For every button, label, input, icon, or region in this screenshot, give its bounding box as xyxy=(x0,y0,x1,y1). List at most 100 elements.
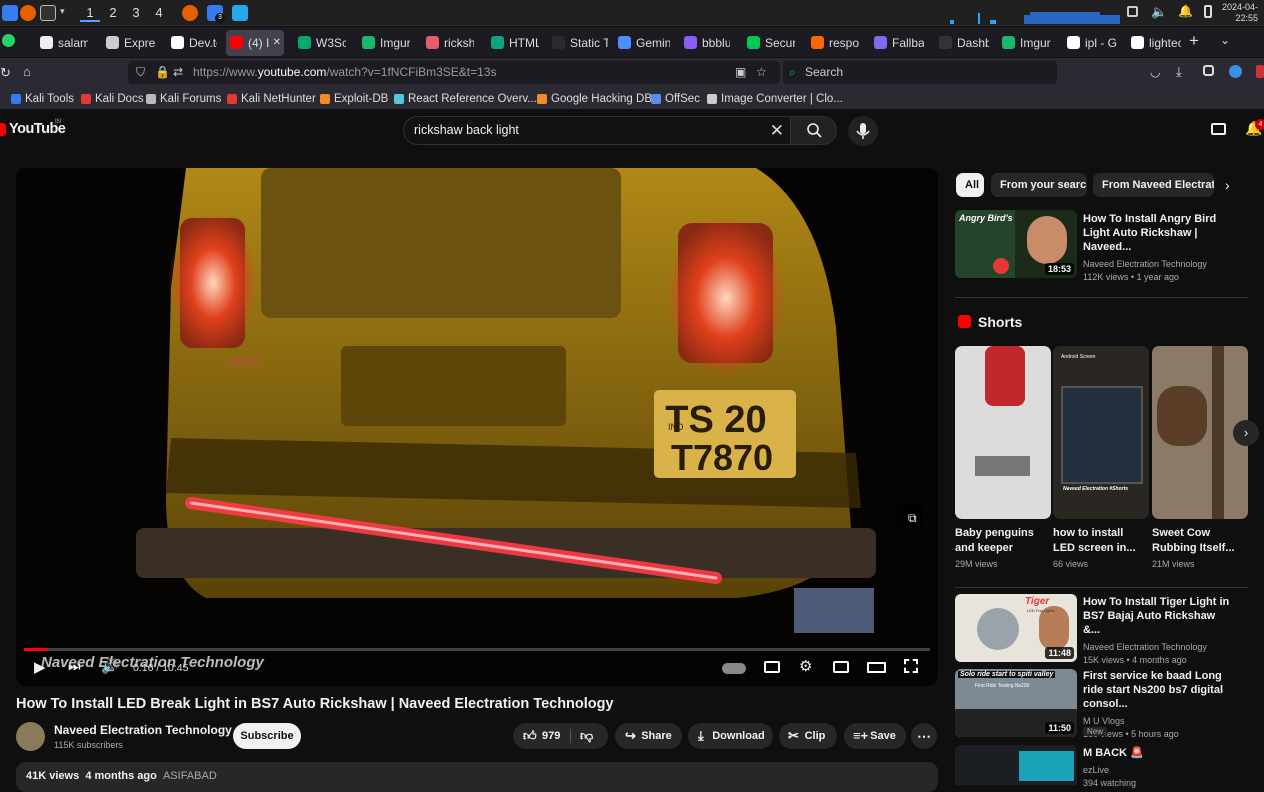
save-button[interactable]: ≡+ Save xyxy=(844,723,906,749)
like-icon[interactable]: 👍︎ xyxy=(523,723,537,749)
related-info-1[interactable]: How To Install Tiger Light in BS7 Bajaj … xyxy=(1083,595,1233,667)
bookmark-item[interactable]: Image Converter | Clo... xyxy=(706,91,843,107)
chips-next-chevron-icon[interactable]: › xyxy=(1225,177,1230,193)
more-actions-icon[interactable]: ⋯ xyxy=(911,723,937,749)
fullscreen-icon[interactable] xyxy=(904,659,918,673)
workspace-4[interactable]: 4 xyxy=(149,4,169,22)
bookmark-item[interactable]: React Reference Overv... xyxy=(393,91,537,107)
workspace-2[interactable]: 2 xyxy=(103,4,123,22)
download-button[interactable]: ⤓ Download xyxy=(688,723,773,749)
browser-tab[interactable]: Static Tem xyxy=(548,30,608,56)
related-thumbnail-3[interactable] xyxy=(955,745,1077,785)
related-thumbnail-1[interactable]: Tiger LED Fog Lights 11:48 xyxy=(955,594,1077,662)
close-tab-icon[interactable]: ✕ xyxy=(273,30,281,56)
tab-list-chevron-icon[interactable]: ⌄ xyxy=(1220,33,1230,47)
browser-tab[interactable]: ricksha xyxy=(422,30,474,56)
voice-search-button[interactable] xyxy=(848,116,878,146)
shield-icon[interactable]: ⛉ xyxy=(136,61,145,84)
app-menu-icon[interactable] xyxy=(2,5,18,21)
browser-tab[interactable]: respon xyxy=(807,30,859,56)
youtube-logo-icon[interactable] xyxy=(0,123,6,136)
extensions-icon[interactable] xyxy=(1203,65,1214,76)
pocket-icon[interactable]: ◡ xyxy=(1150,65,1160,79)
firefox-icon[interactable] xyxy=(20,5,36,21)
related-thumbnail-top[interactable]: Angry Bird's 18:53 xyxy=(955,210,1077,278)
dislike-icon[interactable]: 👎︎ xyxy=(580,723,593,749)
next-icon[interactable]: ⏭ xyxy=(68,658,81,675)
settings-gear-icon[interactable]: ⚙ xyxy=(799,657,812,675)
browser-tab[interactable]: W3Sch xyxy=(294,30,346,56)
search-button[interactable] xyxy=(790,116,837,145)
video-player[interactable]: TS 20 T7870 IND DIESEL Naveed Electratio… xyxy=(16,168,938,686)
location-tag[interactable]: ASIFABAD xyxy=(163,770,217,782)
clear-search-icon[interactable]: ✕ xyxy=(770,117,784,144)
chip-all[interactable]: All xyxy=(956,173,984,197)
autoplay-toggle[interactable] xyxy=(722,663,746,674)
permissions-icon[interactable]: ⇄ xyxy=(173,61,183,84)
chip-from-channel[interactable]: From Naveed Electratio xyxy=(1093,173,1214,197)
miniplayer-icon[interactable] xyxy=(833,661,849,673)
volume-icon[interactable]: 🔈 xyxy=(1151,4,1167,20)
short-info-1[interactable]: Baby penguins and keeper 29M views xyxy=(955,526,1047,571)
related-info-2[interactable]: First service ke baad Long ride start Ns… xyxy=(1083,669,1233,741)
clock[interactable]: 2024-04- 22:55 xyxy=(1222,2,1258,24)
short-thumbnail-2[interactable]: Android Screen Naveed Electration #Short… xyxy=(1053,346,1149,519)
browser-tab[interactable]: lightec xyxy=(1127,30,1181,56)
browser-tab[interactable]: (4) I ✕ xyxy=(226,30,284,56)
bookmark-star-icon[interactable]: ☆ xyxy=(756,61,767,84)
browser-tab[interactable]: Expres xyxy=(102,30,156,56)
subscribe-button[interactable]: Subscribe xyxy=(233,723,301,749)
downloads-icon[interactable]: ⤓ xyxy=(1176,64,1182,80)
vscode-icon[interactable] xyxy=(232,5,248,21)
browser-tab[interactable]: Dev.to xyxy=(167,30,217,56)
browser-tab[interactable]: Dashbo xyxy=(935,30,989,56)
bookmark-item[interactable]: Kali NetHunter xyxy=(226,91,316,107)
bookmark-item[interactable]: Kali Tools xyxy=(10,91,74,107)
browser-tab[interactable]: Gemini xyxy=(614,30,670,56)
firefox-window-icon[interactable] xyxy=(182,5,198,21)
whatsapp-pinned-tab[interactable] xyxy=(2,34,15,47)
battery-icon[interactable] xyxy=(1204,5,1212,18)
terminal-icon[interactable] xyxy=(40,5,56,21)
shorts-next-button[interactable]: › xyxy=(1233,420,1259,446)
clip-button[interactable]: ✂ Clip xyxy=(779,723,837,749)
browser-tab[interactable]: Securi xyxy=(743,30,795,56)
bookmark-item[interactable]: OffSec xyxy=(650,91,700,107)
chip-from-your-search[interactable]: From your search xyxy=(991,173,1087,197)
browser-tab[interactable]: Fallbac xyxy=(870,30,924,56)
miniplayer-overlay-icon[interactable]: ⧉ xyxy=(908,511,917,526)
progress-track[interactable] xyxy=(24,648,930,651)
browser-tab[interactable]: Imgur xyxy=(998,30,1052,56)
bell-icon[interactable]: 🔔 xyxy=(1178,4,1193,18)
browser-tab[interactable]: bbblur xyxy=(680,30,730,56)
bookmark-item[interactable]: Kali Forums xyxy=(145,91,221,107)
short-info-3[interactable]: Sweet Cow Rubbing Itself... 21M views xyxy=(1152,526,1244,571)
browser-tab[interactable]: ipl - Go xyxy=(1063,30,1117,56)
like-count[interactable]: 979 xyxy=(542,723,560,749)
url-bar[interactable]: ⛉ 🔒 ⇄ https://www.youtube.com/watch?v=1f… xyxy=(128,61,780,84)
description-box[interactable]: 41K views 4 months ago ASIFABAD xyxy=(16,762,938,792)
play-icon[interactable]: ▶ xyxy=(34,658,46,676)
volume-button-icon[interactable]: 🔊 xyxy=(101,658,118,675)
reload-icon[interactable]: ↻ xyxy=(0,65,11,81)
share-button[interactable]: ↪ Share xyxy=(615,723,682,749)
create-video-icon[interactable] xyxy=(1211,123,1226,135)
browser-tab[interactable]: salam xyxy=(36,30,88,56)
related-thumbnail-2[interactable]: Solo ride start to spiti valley First Ri… xyxy=(955,669,1077,737)
theater-mode-icon[interactable] xyxy=(867,662,886,673)
extension-icon[interactable] xyxy=(1229,65,1242,78)
extension-2-icon[interactable] xyxy=(1256,65,1264,78)
workspace-1[interactable]: 1 xyxy=(80,4,100,22)
lock-icon[interactable]: 🔒 xyxy=(155,61,170,84)
channel-name[interactable]: Naveed Electration Technology xyxy=(54,723,232,737)
bookmark-item[interactable]: Kali Docs xyxy=(80,91,144,107)
bookmark-item[interactable]: Exploit-DB xyxy=(319,91,388,107)
related-info-top[interactable]: How To Install Angry Bird Light Auto Ric… xyxy=(1083,212,1233,284)
related-info-3[interactable]: M BACK 🚨 ezLive 394 watching xyxy=(1083,746,1233,790)
short-info-2[interactable]: how to install LED screen in... 66 views xyxy=(1053,526,1145,571)
reader-view-icon[interactable]: ▣ xyxy=(735,61,746,84)
channel-avatar[interactable] xyxy=(16,722,45,751)
chevron-down-icon[interactable]: ▾ xyxy=(60,6,65,17)
browser-search-bar[interactable]: ⌕ Search xyxy=(783,61,1057,84)
short-thumbnail-1[interactable] xyxy=(955,346,1051,519)
